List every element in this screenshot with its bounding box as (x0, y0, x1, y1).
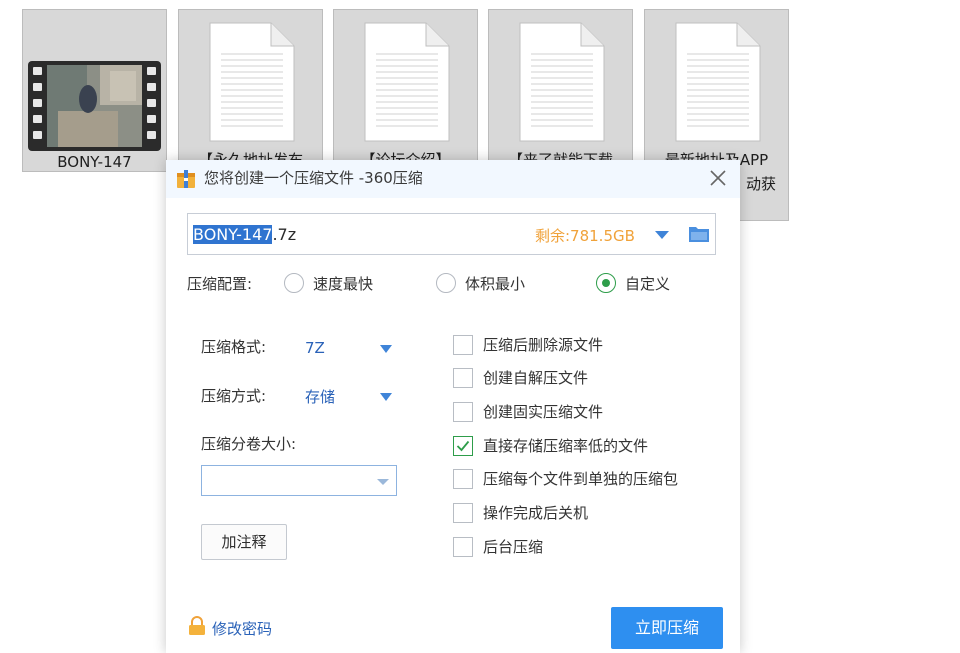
chevron-down-icon[interactable] (376, 478, 390, 486)
folder-icon[interactable] (688, 224, 710, 244)
add-comment-button[interactable]: 加注释 (201, 524, 287, 560)
document-icon (209, 22, 295, 142)
archive-name-selected: BONY-147 (193, 225, 273, 244)
file-name: BONY-147 (57, 153, 132, 171)
preset-fastest-radio[interactable] (284, 273, 304, 293)
chevron-down-icon[interactable] (654, 229, 670, 241)
option-label: 直接存储压缩率低的文件 (483, 437, 649, 455)
format-select[interactable]: 7Z (305, 337, 325, 359)
option-checkbox[interactable] (453, 503, 473, 523)
volume-size-combobox[interactable] (201, 465, 397, 496)
option-checkbox[interactable] (453, 402, 473, 422)
lock-icon (189, 616, 205, 635)
video-file-icon (28, 61, 161, 151)
option-label: 创建固实压缩文件 (483, 403, 604, 421)
method-select[interactable]: 存储 (305, 386, 335, 408)
option-solid-archive[interactable]: 创建固实压缩文件 (453, 401, 723, 423)
document-icon (675, 22, 761, 142)
option-shutdown-after[interactable]: 操作完成后关机 (453, 502, 723, 524)
option-checkbox[interactable] (453, 335, 473, 355)
preset-fastest-label[interactable]: 速度最快 (313, 273, 373, 295)
file-tile-video[interactable]: BONY-147 (22, 9, 167, 172)
checkmark-icon (456, 440, 470, 452)
chevron-down-icon[interactable] (379, 392, 393, 402)
preset-label: 压缩配置: (187, 275, 253, 293)
option-label: 压缩每个文件到单独的压缩包 (483, 470, 679, 488)
free-space-label: 剩余:781.5GB (535, 227, 635, 245)
option-checkbox-checked[interactable] (453, 436, 473, 456)
preset-smallest-radio[interactable] (436, 273, 456, 293)
preset-custom-label[interactable]: 自定义 (625, 273, 670, 295)
option-store-low-ratio[interactable]: 直接存储压缩率低的文件 (453, 435, 723, 457)
document-icon (364, 22, 450, 142)
format-label: 压缩格式: (201, 338, 267, 356)
archive-name-value: BONY-147.7z (193, 224, 296, 246)
file-tile-document[interactable]: 【论坛介绍】 (333, 9, 478, 172)
document-icon (519, 22, 605, 142)
option-background[interactable]: 后台压缩 (453, 536, 723, 558)
archive-name-extension: .7z (272, 225, 297, 244)
file-tile-document[interactable]: 【永久地址发布 (178, 9, 323, 172)
archive-app-icon (177, 170, 195, 188)
archive-name-input[interactable]: BONY-147.7z 剩余:781.5GB (187, 213, 716, 255)
compress-now-button[interactable]: 立即压缩 (611, 607, 723, 649)
preset-custom-radio[interactable] (596, 273, 616, 293)
option-checkbox[interactable] (453, 368, 473, 388)
method-label: 压缩方式: (201, 387, 267, 405)
file-tile-document[interactable]: 【来了就能下载 (488, 9, 633, 172)
option-separate-archives[interactable]: 压缩每个文件到单独的压缩包 (453, 468, 723, 490)
volume-size-label: 压缩分卷大小: (201, 435, 297, 453)
compress-dialog: 您将创建一个压缩文件 -360压缩 BONY-147.7z 剩余:781.5GB… (166, 160, 740, 653)
option-checkbox[interactable] (453, 537, 473, 557)
option-label: 压缩后删除源文件 (483, 336, 604, 354)
option-label: 创建自解压文件 (483, 369, 589, 387)
option-checkbox[interactable] (453, 469, 473, 489)
option-label: 后台压缩 (483, 538, 544, 556)
close-icon[interactable] (706, 166, 730, 190)
desktop: BONY-147 【永久地址发布 (0, 0, 960, 653)
chevron-down-icon[interactable] (379, 344, 393, 354)
dialog-title: 您将创建一个压缩文件 -360压缩 (204, 169, 423, 187)
option-label: 操作完成后关机 (483, 504, 589, 522)
option-create-sfx[interactable]: 创建自解压文件 (453, 367, 723, 389)
option-delete-source[interactable]: 压缩后删除源文件 (453, 334, 723, 356)
preset-smallest-label[interactable]: 体积最小 (465, 273, 525, 295)
change-password-link[interactable]: 修改密码 (212, 618, 272, 640)
dialog-titlebar[interactable]: 您将创建一个压缩文件 -360压缩 (166, 160, 740, 198)
